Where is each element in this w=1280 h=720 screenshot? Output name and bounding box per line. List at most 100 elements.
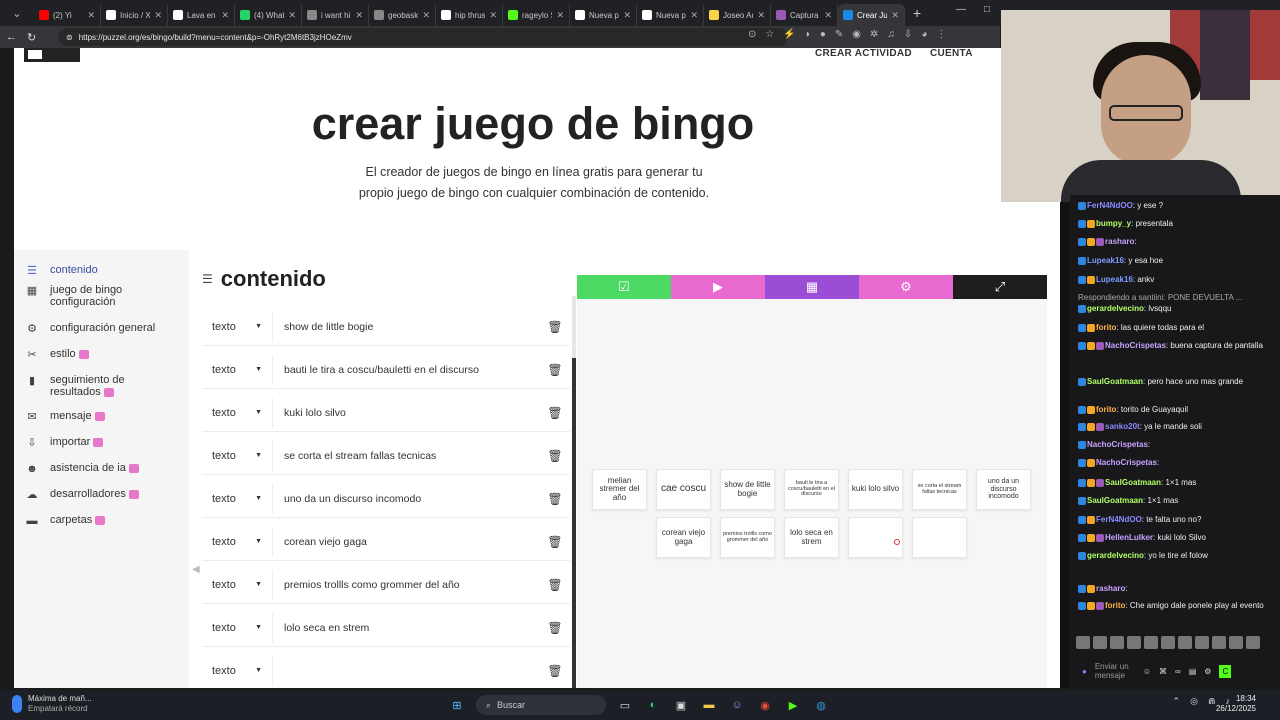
extension-icon[interactable]: ⚡ (783, 29, 795, 40)
trash-icon[interactable]: 🗑 (540, 320, 570, 334)
type-dropdown[interactable]: texto ▼ (202, 312, 272, 342)
browser-tab[interactable]: geobask ✕ (369, 4, 436, 26)
taskbar-search[interactable]: ⌕ Buscar (476, 695, 606, 715)
wifi-icon[interactable]: ⋒ (1208, 696, 1216, 707)
tray-chevron-icon[interactable]: ⌃ (1173, 696, 1181, 707)
chat-username[interactable]: gerardelvecino (1087, 551, 1144, 560)
extension-icon[interactable]: ✎ (835, 29, 843, 40)
chat-username[interactable]: Lupeak16 (1096, 275, 1133, 284)
tab-close-icon[interactable]: ✕ (556, 10, 564, 21)
trash-icon[interactable]: 🗑 (540, 363, 570, 377)
bingo-cell[interactable]: kuki lolo silvo (848, 469, 903, 510)
reload-icon[interactable]: ↻ (27, 31, 36, 44)
type-dropdown[interactable]: texto ▼ (202, 484, 272, 514)
tab-close-icon[interactable]: ✕ (489, 10, 497, 21)
emote-icon[interactable] (1127, 636, 1141, 649)
chat-input[interactable]: Enviar un mensaje (1095, 662, 1135, 680)
sidebar-item[interactable]: ✉ mensaje (24, 410, 160, 424)
browser-app-icon[interactable]: ◍ (812, 696, 830, 714)
content-text-input[interactable] (272, 655, 540, 686)
browser-tab[interactable]: Inicio / X ✕ (101, 4, 168, 26)
content-text-input[interactable]: uno da un discurso incomodo (272, 483, 540, 514)
tab-close-icon[interactable]: ✕ (355, 10, 363, 21)
content-text-input[interactable]: kuki lolo silvo (272, 397, 540, 428)
system-clock[interactable]: 18:34 26/12/2025 (1216, 694, 1256, 714)
trash-icon[interactable]: 🗑 (540, 578, 570, 592)
extension-icon[interactable]: ◉ (852, 29, 861, 40)
bingo-cell[interactable]: cae coscu (656, 469, 711, 510)
terminal-icon[interactable]: ▶ (784, 696, 802, 714)
tab-close-icon[interactable]: ✕ (690, 10, 698, 21)
chat-username[interactable]: SaulGoatmaan (1105, 478, 1161, 487)
browser-tab[interactable]: Nueva pe ✕ (637, 4, 704, 26)
chat-username[interactable]: gerardelvecino (1087, 304, 1144, 313)
extension-icon[interactable]: ◗ (805, 29, 811, 40)
media-icon[interactable]: ♫ (887, 29, 895, 40)
chat-username[interactable]: NachoCrispetas (1096, 458, 1157, 467)
create-activity-link[interactable]: CREAR ACTIVIDAD (815, 48, 912, 59)
edge-icon[interactable]: ◐ (644, 696, 662, 714)
bingo-cell[interactable]: bauti le tira a coscu/bauletti en el dis… (784, 469, 839, 510)
clipboard-icon[interactable]: ☑ (577, 275, 671, 299)
type-dropdown[interactable]: texto ▼ (202, 398, 272, 428)
sidebar-item[interactable]: ☻ asistencia de ia (24, 462, 160, 476)
type-dropdown[interactable]: texto ▼ (202, 441, 272, 471)
menu-dots-icon[interactable]: ⋮ (936, 29, 946, 40)
trash-icon[interactable]: 🗑 (540, 406, 570, 420)
browser-tab[interactable]: i want hi ✕ (302, 4, 369, 26)
tab-close-icon[interactable]: ✕ (891, 10, 899, 21)
browser-tab[interactable]: rageylo S ✕ (503, 4, 570, 26)
bingo-cell[interactable]: se corta el stream fallas tecnicas (912, 469, 967, 510)
tab-close-icon[interactable]: ✕ (824, 10, 832, 21)
browser-tab[interactable]: Captura d ✕ (771, 4, 838, 26)
bingo-cell[interactable] (912, 517, 967, 558)
emote-icon[interactable] (1076, 636, 1090, 649)
type-dropdown[interactable]: texto ▼ (202, 656, 272, 686)
download-icon[interactable]: ⇩ (904, 29, 912, 40)
trash-icon[interactable]: 🗑 (540, 664, 570, 678)
send-button[interactable]: C (1219, 664, 1232, 678)
content-text-input[interactable]: se corta el stream fallas tecnicas (272, 440, 540, 471)
emote-icon[interactable] (1246, 636, 1260, 649)
site-info-icon[interactable]: ⊜ (66, 33, 73, 42)
chat-username[interactable]: NachoCrispetas (1087, 440, 1148, 449)
bingo-cell[interactable]: lolo seca en strem (784, 517, 839, 558)
emoji-icon[interactable]: ☺ (1143, 667, 1151, 676)
emote-icon[interactable] (1178, 636, 1192, 649)
play-icon[interactable]: ▶ (671, 275, 765, 299)
content-scrollbar[interactable] (572, 358, 576, 688)
bingo-cell[interactable]: show de little bogie (720, 469, 775, 510)
extensions-puzzle-icon[interactable]: ✲ (870, 29, 878, 40)
back-icon[interactable]: ← (6, 31, 17, 43)
emote-icon[interactable] (1144, 636, 1158, 649)
chat-username[interactable]: SaulGoatmaan (1087, 496, 1143, 505)
grid-icon[interactable]: ▦ (765, 275, 859, 299)
bingo-cell[interactable]: premios trollls como grommer del año (720, 517, 775, 558)
settings-icon[interactable]: ⚙ (859, 275, 953, 299)
browser-tab[interactable]: Joseo Au ✕ (704, 4, 771, 26)
type-dropdown[interactable]: texto ▼ (202, 527, 272, 557)
emote-icon[interactable] (1212, 636, 1226, 649)
extension-icon[interactable]: ● (820, 29, 826, 40)
tab-close-icon[interactable]: ✕ (422, 10, 430, 21)
maximize-icon[interactable]: □ (984, 4, 990, 15)
account-link[interactable]: CUENTA (930, 48, 973, 59)
store-app-icon[interactable]: ▣ (672, 696, 690, 714)
content-text-input[interactable]: premios trollls como grommer del año (272, 569, 540, 600)
new-tab-button[interactable]: + (905, 5, 929, 21)
chat-username[interactable]: Lupeak16 (1087, 256, 1124, 265)
content-text-input[interactable]: corean viejo gaga (272, 526, 540, 557)
emote-icon[interactable] (1229, 636, 1243, 649)
emote-icon[interactable] (1195, 636, 1209, 649)
install-app-icon[interactable]: ⊙ (748, 29, 756, 40)
trash-icon[interactable]: 🗑 (540, 449, 570, 463)
profile-avatar-icon[interactable]: ◕ (921, 29, 927, 40)
bingo-cell[interactable]: melian stremer del año (592, 469, 647, 510)
browser-tab[interactable]: Crear Jue✕ (838, 4, 905, 26)
browser-tab[interactable]: Nueva pe ✕ (570, 4, 637, 26)
weather-widget[interactable]: Máxima de mañ... Empatará récord (12, 694, 92, 714)
sidebar-item[interactable]: ☁ desarrolladores (24, 488, 160, 502)
chrome-icon[interactable]: ◉ (756, 696, 774, 714)
chat-username[interactable]: sanko20t (1105, 422, 1140, 431)
sidebar-item[interactable]: ▦ juego de bingo configuración (24, 284, 160, 308)
